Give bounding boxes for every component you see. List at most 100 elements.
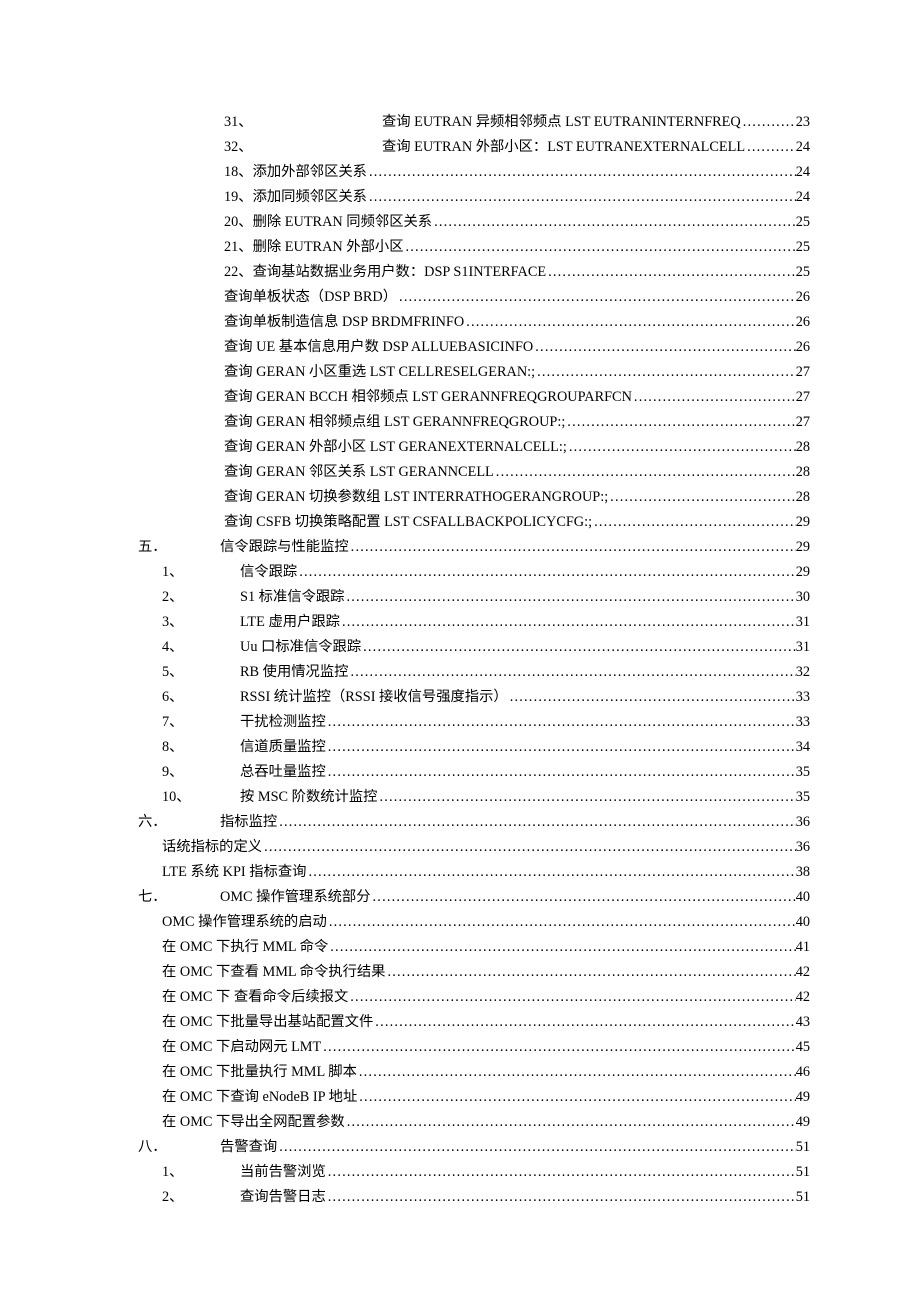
toc-row: 21、删除 EUTRAN 外部小区25: [138, 235, 810, 260]
toc-item-label: 在 OMC 下查询 eNodeB IP 地址: [162, 1085, 357, 1110]
toc-page-number: 26: [796, 285, 810, 310]
toc-item-label: 查询 CSFB 切换策略配置 LST CSFALLBACKPOLICYCFG:;: [224, 510, 592, 535]
toc-item-label: 按 MSC 阶数统计监控: [240, 785, 377, 810]
toc-row: 32、查询 EUTRAN 外部小区：LST EUTRANEXTERNALCELL…: [138, 135, 810, 160]
toc-item-label: RSSI 统计监控（RSSI 接收信号强度指示）: [240, 685, 508, 710]
toc-leader-dots: [367, 185, 796, 210]
toc-leader-dots: [397, 285, 796, 310]
toc-item-label: 信道质量监控: [240, 735, 326, 760]
toc-item-number: 5、: [138, 660, 240, 685]
toc-row: LTE 系统 KPI 指标查询38: [138, 860, 810, 885]
toc-row: 话统指标的定义 36: [138, 835, 810, 860]
toc-item-label: Uu 口标准信令跟踪: [240, 635, 361, 660]
toc-leader-dots: [357, 1085, 795, 1110]
toc-leader-dots: [344, 585, 795, 610]
toc-row: 查询单板制造信息 DSP BRDMFRINFO 26: [138, 310, 810, 335]
toc-leader-dots: [326, 735, 796, 760]
toc-item-label: 查询 GERAN 邻区关系 LST GERANNCELL: [224, 460, 494, 485]
toc-item-label: RB 使用情况监控: [240, 660, 348, 685]
toc-leader-dots: [326, 760, 796, 785]
toc-page-number: 30: [796, 585, 810, 610]
toc-leader-dots: [494, 460, 796, 485]
toc-page-number: 23: [796, 110, 810, 135]
toc-item-label: 19、添加同频邻区关系: [224, 185, 367, 210]
toc-row: 八．告警查询 51: [138, 1135, 810, 1160]
toc-item-label: LTE 系统 KPI 指标查询: [162, 860, 306, 885]
toc-leader-dots: [327, 910, 796, 935]
toc-item-label: LTE 虚用户跟踪: [240, 610, 340, 635]
toc-page-number: 51: [796, 1135, 810, 1160]
toc-row: 在 OMC 下查询 eNodeB IP 地址49: [138, 1085, 810, 1110]
toc-page: 31、查询 EUTRAN 异频相邻频点 LST EUTRANINTERNFREQ…: [138, 110, 810, 1210]
toc-page-number: 28: [796, 460, 810, 485]
toc-item-label: 在 OMC 下执行 MML 命令: [162, 935, 328, 960]
toc-page-number: 32: [796, 660, 810, 685]
toc-item-number: 9、: [138, 760, 240, 785]
toc-leader-dots: [361, 635, 796, 660]
toc-item-label: 查询 EUTRAN 异频相邻频点 LST EUTRANINTERNFREQ: [382, 110, 741, 135]
toc-item-label: 查询 GERAN BCCH 相邻频点 LST GERANNFREQGROUPAR…: [224, 385, 632, 410]
toc-item-number: 10、: [138, 785, 240, 810]
toc-leader-dots: [567, 435, 796, 460]
toc-leader-dots: [348, 985, 795, 1010]
toc-row: 五．信令跟踪与性能监控29: [138, 535, 810, 560]
toc-item-label: 话统指标的定义: [162, 835, 262, 860]
toc-row: 18、添加外部邻区关系24: [138, 160, 810, 185]
toc-item-label: S1 标准信令跟踪: [240, 585, 344, 610]
toc-row: 2、查询告警日志51: [138, 1185, 810, 1210]
toc-row: 在 OMC 下启动网元 LMT45: [138, 1035, 810, 1060]
toc-item-number: 7、: [138, 710, 240, 735]
toc-major-number: 八．: [138, 1135, 220, 1160]
toc-leader-dots: [326, 1185, 796, 1210]
toc-leader-dots: [632, 385, 796, 410]
toc-leader-dots: [367, 160, 796, 185]
toc-leader-dots: [592, 510, 796, 535]
toc-item-label: 告警查询: [220, 1135, 277, 1160]
toc-item-label: 22、查询基站数据业务用户数：DSP S1INTERFACE: [224, 260, 546, 285]
toc-leader-dots: [608, 485, 796, 510]
toc-row: 5、RB 使用情况监控 32: [138, 660, 810, 685]
toc-row: 查询单板状态（DSP BRD）26: [138, 285, 810, 310]
toc-leader-dots: [432, 210, 796, 235]
toc-item-label: 20、删除 EUTRAN 同频邻区关系: [224, 210, 432, 235]
toc-leader-dots: [306, 860, 795, 885]
toc-item-label: 在 OMC 下导出全网配置参数: [162, 1110, 345, 1135]
toc-page-number: 27: [796, 385, 810, 410]
toc-leader-dots: [373, 1010, 795, 1035]
toc-major-number: 六．: [138, 810, 220, 835]
toc-page-number: 36: [796, 835, 810, 860]
toc-item-label: 总吞吐量监控: [240, 760, 326, 785]
toc-leader-dots: [345, 1110, 796, 1135]
toc-leader-dots: [326, 710, 796, 735]
toc-item-label: 查询 UE 基本信息用户数 DSP ALLUEBASICINFO: [224, 335, 533, 360]
toc-item-label: OMC 操作管理系统的启动: [162, 910, 327, 935]
toc-row: 19、添加同频邻区关系24: [138, 185, 810, 210]
toc-page-number: 49: [796, 1110, 810, 1135]
toc-item-number: 1、: [138, 1160, 240, 1185]
toc-item-label: 查询单板制造信息 DSP BRDMFRINFO: [224, 310, 464, 335]
toc-row: 查询 GERAN 切换参数组 LST INTERRATHOGERANGROUP:…: [138, 485, 810, 510]
toc-row: 在 OMC 下导出全网配置参数 49: [138, 1110, 810, 1135]
toc-row: 查询 GERAN 小区重选 LST CELLRESELGERAN:;27: [138, 360, 810, 385]
toc-page-number: 41: [796, 935, 810, 960]
toc-row: 在 OMC 下执行 MML 命令 41: [138, 935, 810, 960]
toc-row: 6、RSSI 统计监控（RSSI 接收信号强度指示）33: [138, 685, 810, 710]
toc-page-number: 24: [796, 160, 810, 185]
toc-item-number: 2、: [138, 1185, 240, 1210]
toc-page-number: 35: [796, 785, 810, 810]
toc-row: 在 OMC 下批量导出基站配置文件43: [138, 1010, 810, 1035]
toc-row: 查询 CSFB 切换策略配置 LST CSFALLBACKPOLICYCFG:;…: [138, 510, 810, 535]
toc-row: 查询 GERAN BCCH 相邻频点 LST GERANNFREQGROUPAR…: [138, 385, 810, 410]
toc-page-number: 26: [796, 310, 810, 335]
toc-item-label: OMC 操作管理系统部分: [220, 885, 371, 910]
toc-page-number: 28: [796, 485, 810, 510]
toc-item-label: 查询 GERAN 切换参数组 LST INTERRATHOGERANGROUP:…: [224, 485, 608, 510]
toc-item-number: 4、: [138, 635, 240, 660]
toc-row: 22、查询基站数据业务用户数：DSP S1INTERFACE 25: [138, 260, 810, 285]
toc-page-number: 34: [796, 735, 810, 760]
toc-page-number: 43: [796, 1010, 810, 1035]
toc-page-number: 25: [796, 260, 810, 285]
toc-item-label: 指标监控: [220, 810, 277, 835]
toc-item-number: 6、: [138, 685, 240, 710]
toc-leader-dots: [508, 685, 796, 710]
